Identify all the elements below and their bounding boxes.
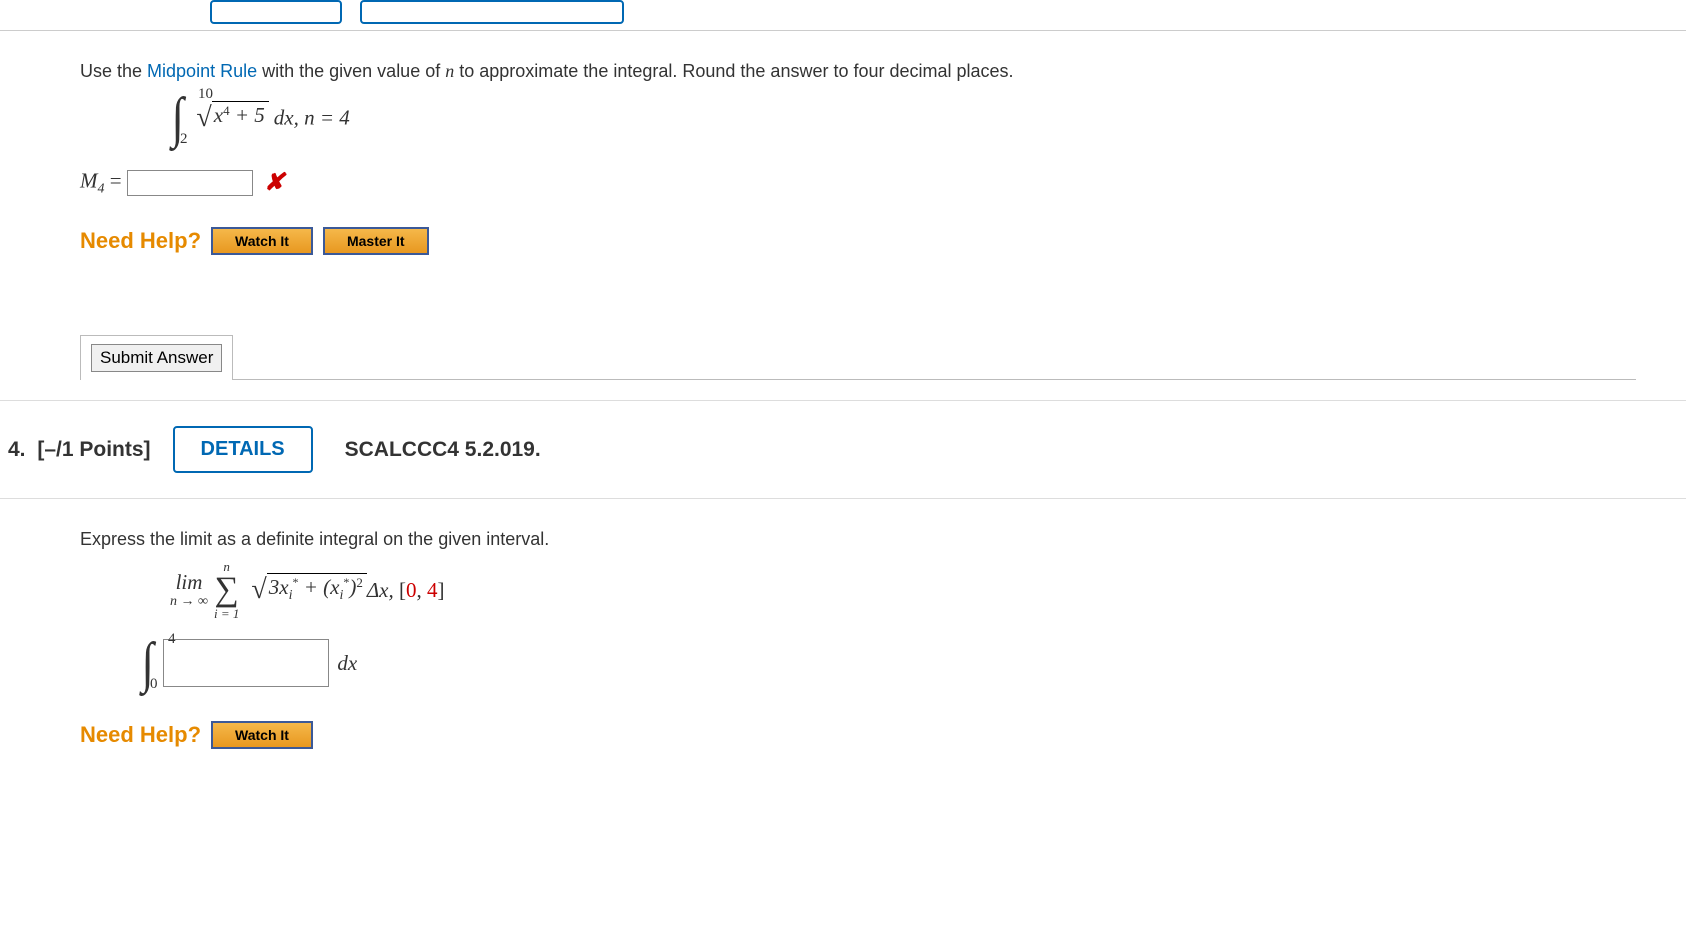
midpoint-rule-link[interactable]: Midpoint Rule <box>147 61 257 81</box>
limit-symbol: lim n → ∞ <box>170 571 208 609</box>
sub-i-2: i <box>339 588 343 603</box>
bracket-close: ] <box>438 578 445 602</box>
watch-it-button[interactable]: Watch It <box>211 227 313 255</box>
prompt-var-n: n <box>445 61 454 81</box>
top-button-row <box>0 0 1686 30</box>
submit-divider <box>233 379 1636 380</box>
question-4-header: 4. [–/1 Points] DETAILS SCALCCC4 5.2.019… <box>0 400 1686 499</box>
integral-upper-limit: 4 <box>168 631 176 648</box>
integral-symbol: ∫ 10 2 <box>170 90 185 146</box>
integral-lower-limit: 2 <box>180 131 188 148</box>
top-button-left[interactable] <box>210 0 342 24</box>
question-number: 4. [–/1 Points] <box>8 438 151 462</box>
question-prompt: Express the limit as a definite integral… <box>80 529 1636 550</box>
integral-symbol: ∫ 4 0 <box>140 635 155 691</box>
bracket-open: [ <box>399 578 406 602</box>
interval-comma: , <box>417 578 428 602</box>
integral-answer-row: ∫ 4 0 dx <box>140 635 1636 691</box>
answer-row: M4 = ✘ <box>80 168 1636 197</box>
incorrect-icon: ✘ <box>264 170 284 196</box>
integral-lower-limit: 0 <box>150 676 158 693</box>
question-reference: SCALCCC4 5.2.019. <box>345 438 541 462</box>
integral-upper-limit: 10 <box>198 86 213 103</box>
radical-icon: √ <box>251 574 266 605</box>
prompt-text: Use the <box>80 61 147 81</box>
sigma-symbol: n ∑ i = 1 <box>214 560 239 620</box>
lim-subscript: n → ∞ <box>170 594 208 609</box>
need-help-label: Need Help? <box>80 722 201 748</box>
coef-3: 3 <box>269 575 280 599</box>
var-x: x <box>279 575 288 599</box>
submit-answer-button[interactable]: Submit Answer <box>91 344 222 372</box>
q-points-text: [–/1 Points] <box>37 438 150 461</box>
top-button-right[interactable] <box>360 0 624 24</box>
delta-x-interval: Δx, [0, 4] <box>367 578 445 603</box>
question-3-body: Use the Midpoint Rule with the given val… <box>0 31 1686 400</box>
sub-i: i <box>289 588 293 603</box>
sqrt-expression: √x4 + 5 <box>196 102 268 134</box>
radicand-constant: + 5 <box>230 103 265 127</box>
m4-answer-input[interactable] <box>127 170 253 196</box>
sigma-lower: i = 1 <box>214 607 239 620</box>
answer-label-sub: 4 <box>98 181 105 196</box>
master-it-button[interactable]: Master It <box>323 227 429 255</box>
sqrt-expression: √3xi* + (xi*)2 <box>251 574 366 606</box>
dx-label: dx <box>337 651 357 676</box>
lim-text: lim <box>176 571 203 594</box>
radical-icon: √ <box>196 102 211 133</box>
need-help-row: Need Help? Watch It Master It <box>80 227 1636 255</box>
integrand-answer-input[interactable] <box>163 639 329 687</box>
limit-expression: lim n → ∞ n ∑ i = 1 √3xi* + (xi*)2 Δx, [… <box>170 560 1636 620</box>
question-prompt: Use the Midpoint Rule with the given val… <box>80 61 1636 82</box>
power-2: 2 <box>356 575 363 590</box>
details-button[interactable]: DETAILS <box>173 426 313 473</box>
need-help-label: Need Help? <box>80 228 201 254</box>
q-number-text: 4. <box>8 438 26 461</box>
integral-formula: ∫ 10 2 √x4 + 5 dx, n = 4 <box>170 90 1636 150</box>
question-4-body: Express the limit as a definite integral… <box>0 499 1686 769</box>
prompt-text: to approximate the integral. Round the a… <box>454 61 1013 81</box>
watch-it-button[interactable]: Watch It <box>211 721 313 749</box>
answer-label-eq: = <box>105 168 127 192</box>
interval-b: 4 <box>427 578 438 602</box>
interval-a: 0 <box>406 578 417 602</box>
sigma-icon: ∑ <box>215 573 239 607</box>
prompt-text: with the given value of <box>257 61 445 81</box>
plus-text: + ( <box>298 575 330 599</box>
submit-answer-block: Submit Answer <box>80 335 233 380</box>
need-help-row: Need Help? Watch It <box>80 721 1636 749</box>
answer-label-m: M <box>80 168 98 192</box>
delta-x: Δx, <box>367 578 399 602</box>
radicand-x: x <box>214 103 223 127</box>
integral-tail: dx, n = 4 <box>274 106 350 130</box>
